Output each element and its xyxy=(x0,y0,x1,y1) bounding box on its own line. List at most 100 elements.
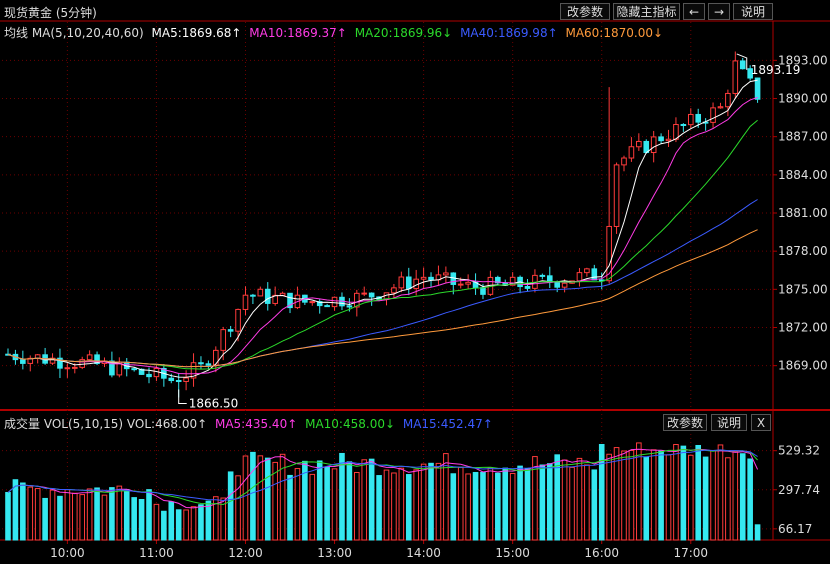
ma60-legend: MA60:1870.00↓ xyxy=(565,26,664,40)
candle-body xyxy=(480,287,486,295)
volume-bar xyxy=(368,458,375,541)
candle-body xyxy=(131,368,137,371)
volume-bar xyxy=(339,452,345,541)
vol-ma10-legend: MA10:458.00↓ xyxy=(305,417,396,431)
volume-bar xyxy=(665,454,672,541)
candle-body xyxy=(621,157,627,166)
ma20-legend: MA20:1869.96↓ xyxy=(354,26,453,40)
candle-body xyxy=(242,294,249,310)
high-price-label: 1893.19 xyxy=(751,63,801,77)
volume-bar xyxy=(539,464,546,541)
vol-ma15-legend: MA15:452.47↑ xyxy=(402,417,493,431)
price-tick-label: 1869.00 xyxy=(778,359,828,373)
volume-bar xyxy=(725,457,731,541)
volume-bar xyxy=(517,465,523,541)
vol-help-button[interactable]: 说明 xyxy=(711,414,747,431)
volume-bar xyxy=(376,475,382,541)
volume-bar xyxy=(702,456,709,541)
volume-bar xyxy=(472,471,479,541)
candle-body xyxy=(539,274,546,277)
volume-bar xyxy=(361,459,368,541)
candle-body xyxy=(227,329,234,332)
volume-bar xyxy=(606,453,612,541)
chart-title: 现货黄金 (5分钟) xyxy=(4,6,97,20)
volume-bar xyxy=(242,455,249,541)
volume-bar xyxy=(717,444,724,541)
next-arrow-button[interactable]: → xyxy=(708,3,730,20)
candle-body xyxy=(264,288,271,304)
time-tick-label: 16:00 xyxy=(584,546,619,560)
volume-bar xyxy=(123,489,130,541)
candle-body xyxy=(331,296,338,308)
volume-tick-label: 66.17 xyxy=(778,522,812,536)
candle-body xyxy=(205,363,212,366)
help-button[interactable]: 说明 xyxy=(733,3,773,20)
volume-bar xyxy=(116,485,123,541)
candle-body xyxy=(665,138,672,142)
volume-bar xyxy=(673,444,679,541)
candle-body xyxy=(398,276,405,289)
volume-bar xyxy=(198,504,204,541)
volume-bar xyxy=(250,451,256,541)
volume-bar xyxy=(584,464,590,541)
candle-body xyxy=(235,308,241,332)
volume-bar xyxy=(79,494,86,541)
params-button[interactable]: 改参数 xyxy=(560,3,610,20)
volume-bar xyxy=(331,468,338,541)
candle-body xyxy=(391,287,397,294)
volume-bar xyxy=(5,491,11,541)
volume-bar xyxy=(658,450,664,541)
volume-bar xyxy=(49,489,56,541)
volume-bar xyxy=(138,498,145,541)
volume-bar xyxy=(754,524,761,541)
volume-bar xyxy=(391,472,397,541)
candle-body xyxy=(428,276,434,281)
time-tick-label: 12:00 xyxy=(228,546,263,560)
low-price-label: 1866.50 xyxy=(189,396,239,410)
candle-body xyxy=(524,286,531,289)
volume-bar xyxy=(94,487,100,541)
volume-bar xyxy=(398,467,405,541)
volume-legend-label: 成交量 VOL(5,10,15) VOL:468.00↑ xyxy=(4,417,208,431)
candle-body xyxy=(309,301,316,304)
volume-bar xyxy=(480,471,486,541)
candle-body xyxy=(591,268,598,281)
volume-bar xyxy=(569,466,575,541)
time-tick-label: 10:00 xyxy=(50,546,85,560)
volume-bar xyxy=(687,454,694,541)
candle-body xyxy=(346,305,353,308)
prev-arrow-button[interactable]: ← xyxy=(683,3,705,20)
ma60-line xyxy=(7,229,758,368)
ma10-legend: MA10:1869.37↑ xyxy=(249,26,347,40)
candle-body xyxy=(680,124,687,127)
time-tick-label: 15:00 xyxy=(495,546,530,560)
hide-indicator-button[interactable]: 隐藏主指标 xyxy=(613,3,680,20)
time-tick-label: 11:00 xyxy=(139,546,174,560)
volume-bar xyxy=(495,472,501,541)
volume-legend: 成交量 VOL(5,10,15) VOL:468.00↑ MA5:435.40↑… xyxy=(4,415,493,432)
volume-bar xyxy=(695,444,702,541)
volume-bar xyxy=(71,492,78,541)
volume-bar xyxy=(309,473,316,541)
vol-close-button[interactable]: X xyxy=(751,414,771,431)
volume-bar xyxy=(413,469,419,541)
volume-bar xyxy=(324,466,330,541)
candle-body xyxy=(20,359,26,364)
volume-bar xyxy=(146,489,152,541)
price-tick-label: 1878.00 xyxy=(778,244,828,258)
volume-bar xyxy=(109,487,115,541)
volume-bar xyxy=(628,449,635,541)
ma-legend: 均线 MA(5,10,20,40,60) MA5:1869.68↑ MA10:1… xyxy=(4,24,663,41)
candle-body xyxy=(450,272,457,285)
time-tick-label: 14:00 xyxy=(406,546,441,560)
volume-bar xyxy=(680,445,687,541)
volume-bar xyxy=(86,488,93,541)
volume-bar xyxy=(12,479,19,541)
volume-bar xyxy=(457,467,464,541)
volume-bar xyxy=(405,474,412,541)
candle-body xyxy=(198,362,204,365)
candle-body xyxy=(175,380,182,383)
volume-bar xyxy=(435,462,442,541)
volume-bar xyxy=(732,451,739,541)
vol-params-button[interactable]: 改参数 xyxy=(663,414,707,431)
